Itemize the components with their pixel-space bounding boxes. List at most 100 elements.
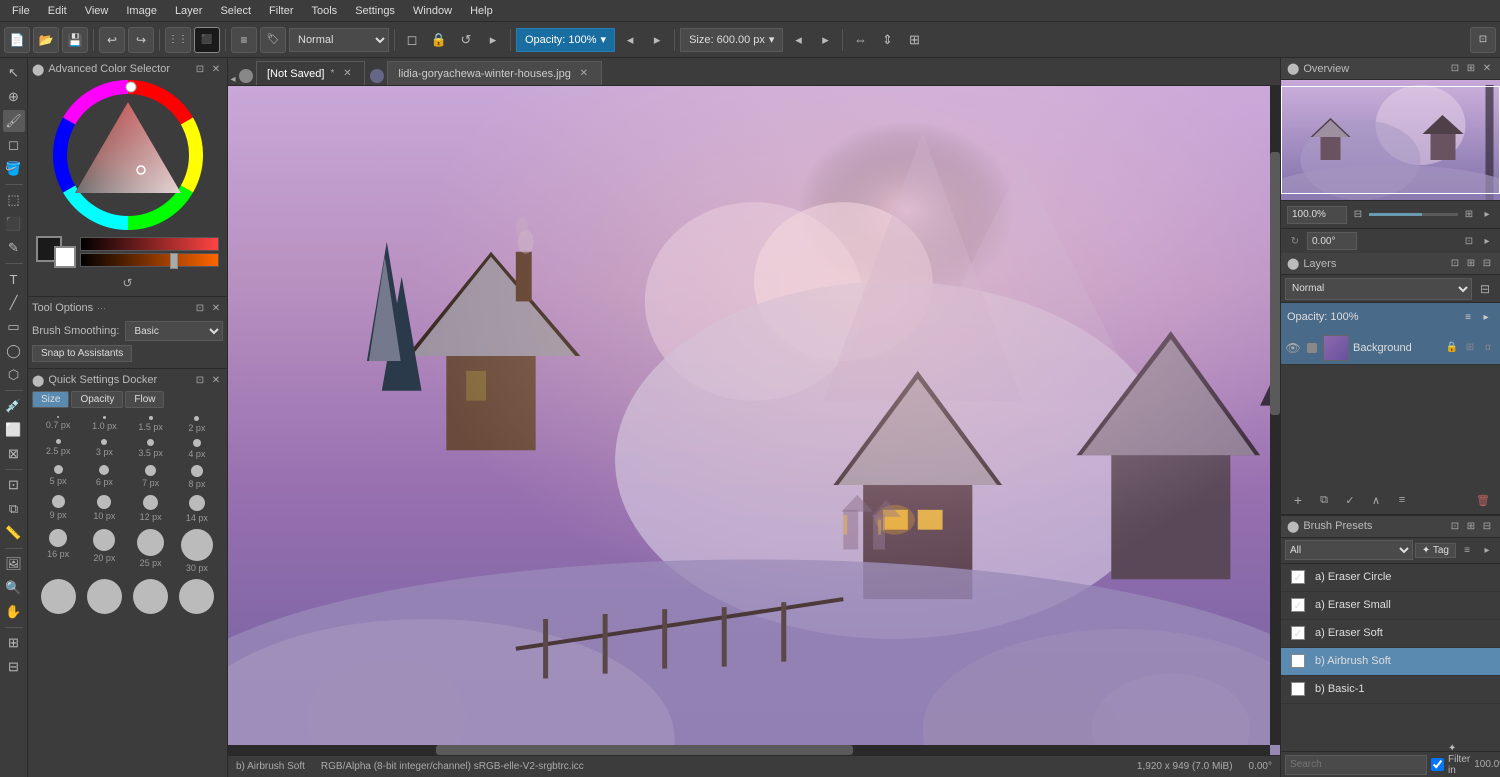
tool-cursor[interactable]: ↖ xyxy=(3,62,25,84)
viewport-indicator[interactable] xyxy=(1281,86,1500,194)
rotation-input[interactable] xyxy=(1307,232,1357,250)
brush-size-item[interactable]: 4 px xyxy=(175,437,219,461)
preset-checkbox[interactable]: ✓ xyxy=(1291,626,1305,640)
quick-tab-opacity[interactable]: Opacity xyxy=(71,391,123,408)
rotation-flip-icon[interactable]: ▸ xyxy=(1480,234,1494,248)
save-button[interactable]: 💾 xyxy=(62,27,88,53)
quick-settings-float[interactable]: ⊡ xyxy=(193,373,207,387)
zoom-fit-icon[interactable]: ⊞ xyxy=(1462,208,1476,222)
color-panel-close[interactable]: ✕ xyxy=(209,62,223,76)
move-up-button[interactable]: ∧ xyxy=(1365,489,1387,511)
menu-window[interactable]: Window xyxy=(405,3,460,19)
tool-transform[interactable]: ⊕ xyxy=(3,86,25,108)
preset-checkbox[interactable]: ✓ xyxy=(1291,598,1305,612)
tool-extra-1[interactable]: ⊞ xyxy=(3,632,25,654)
undo-button[interactable]: ↩ xyxy=(99,27,125,53)
move-down-button[interactable]: ✓ xyxy=(1339,489,1361,511)
opacity-arrow-icon[interactable]: ▸ xyxy=(1478,309,1494,325)
brush-size-item[interactable]: 1.5 px xyxy=(129,414,173,435)
brush-size-item[interactable]: 16 px xyxy=(36,527,80,575)
brush-preset-item[interactable]: b) Airbrush Soft xyxy=(1281,648,1500,676)
overview-maximize[interactable]: ⊞ xyxy=(1464,62,1478,76)
zoom-select-icon[interactable]: ⊟ xyxy=(1351,208,1365,222)
tool-line[interactable]: ╱ xyxy=(3,292,25,314)
brush-tag-button[interactable]: ✦ Tag xyxy=(1415,543,1456,558)
menu-filter[interactable]: Filter xyxy=(261,3,301,19)
layers-float[interactable]: ⊡ xyxy=(1448,257,1462,271)
preset-checkbox[interactable] xyxy=(1291,682,1305,696)
brush-presets-maximize[interactable]: ⊞ xyxy=(1464,519,1478,533)
opacity-stepper-up[interactable]: ▸ xyxy=(645,28,669,52)
transform-button[interactable]: ⊞ xyxy=(902,28,926,52)
layer-visibility-toggle[interactable]: 👁 xyxy=(1285,340,1301,356)
brush-size-item[interactable]: 25 px xyxy=(129,527,173,575)
brush-size-item[interactable]: 8 px xyxy=(175,463,219,491)
brush-size-item[interactable]: 7 px xyxy=(129,463,173,491)
layer-lock-button[interactable]: 🔒 xyxy=(1444,340,1460,356)
brush-size-item[interactable]: 1.0 px xyxy=(82,414,126,435)
brush-search-input[interactable] xyxy=(1285,755,1427,775)
menu-image[interactable]: Image xyxy=(118,3,165,19)
brush-size-item[interactable]: 2 px xyxy=(175,414,219,435)
align-button[interactable]: ≡ xyxy=(231,27,257,53)
quick-settings-close[interactable]: ✕ xyxy=(209,373,223,387)
blend-mode-select[interactable]: Normal xyxy=(289,28,389,52)
size-control[interactable]: Size: 600.00 px ▾ xyxy=(680,28,783,52)
menu-view[interactable]: View xyxy=(77,3,117,19)
brush-size-item[interactable]: 9 px xyxy=(36,493,80,525)
redo-button[interactable]: ↪ xyxy=(128,27,154,53)
brush-view-toggle[interactable]: ≡ xyxy=(1458,541,1476,559)
opacity-control[interactable]: Opacity: 100% ▾ xyxy=(516,28,615,52)
reset-colors-icon[interactable]: ↺ xyxy=(122,276,132,290)
tab-reference[interactable]: lidia-goryachewa-winter-houses.jpg ✕ xyxy=(387,61,601,85)
brush-preset-item[interactable]: b) Basic-1 xyxy=(1281,676,1500,704)
tool-eyedropper[interactable]: 💉 xyxy=(3,395,25,417)
brush-size-item[interactable]: 40 px xyxy=(82,577,126,614)
menu-tools[interactable]: Tools xyxy=(304,3,346,19)
saturation-slider[interactable] xyxy=(80,253,219,267)
menu-file[interactable]: File xyxy=(4,3,38,19)
tool-crop[interactable]: ⊠ xyxy=(3,443,25,465)
layers-blend-mode[interactable]: Normal xyxy=(1285,278,1472,300)
overview-thumbnail[interactable] xyxy=(1281,80,1500,200)
tool-pan[interactable]: ✋ xyxy=(3,601,25,623)
layers-maximize[interactable]: ⊞ xyxy=(1464,257,1478,271)
brush-size-item[interactable]: 50 px xyxy=(129,577,173,614)
lock-alpha-button[interactable]: 🔒 xyxy=(427,28,451,52)
brush-size-item[interactable]: 5 px xyxy=(36,463,80,491)
filter-in-tag-checkbox[interactable] xyxy=(1431,758,1444,771)
workspace-button[interactable]: ⊡ xyxy=(1470,27,1496,53)
layer-color-tag[interactable] xyxy=(1305,341,1319,355)
tool-polygon[interactable]: ⬡ xyxy=(3,364,25,386)
brush-size-item[interactable]: 35 px xyxy=(36,577,80,614)
refresh-button[interactable]: ↺ xyxy=(454,28,478,52)
size-stepper-down[interactable]: ◂ xyxy=(786,28,810,52)
quick-tab-flow[interactable]: Flow xyxy=(125,391,164,408)
opacity-settings-icon[interactable]: ≡ xyxy=(1460,309,1476,325)
more-button[interactable]: ▸ xyxy=(481,28,505,52)
brush-preset-item[interactable]: ✓a) Eraser Soft xyxy=(1281,620,1500,648)
tab-unsaved-close[interactable]: ✕ xyxy=(340,67,354,81)
zoom-slider[interactable] xyxy=(1369,213,1458,216)
tool-eraser[interactable]: ◻ xyxy=(3,134,25,156)
layer-alpha-button[interactable]: α xyxy=(1480,340,1496,356)
menu-help[interactable]: Help xyxy=(462,3,501,19)
brush-size-item[interactable]: 0.7 px xyxy=(36,414,80,435)
brush-size-item[interactable]: 20 px xyxy=(82,527,126,575)
tab-unsaved[interactable]: [Not Saved] * ✕ xyxy=(256,61,365,85)
layer-item-background[interactable]: 👁 Background 🔒 ⊞ α xyxy=(1281,331,1500,365)
brush-preset-item[interactable]: ✓a) Eraser Circle xyxy=(1281,564,1500,592)
brush-size-item[interactable]: 6 px xyxy=(82,463,126,491)
tool-reference[interactable]: 🖼 xyxy=(3,553,25,575)
brush-size-item[interactable]: 60 px xyxy=(175,577,219,614)
color-settings-button[interactable]: ⬛ xyxy=(194,27,220,53)
canvas-scrollbar-h[interactable] xyxy=(228,745,1270,755)
tool-selection[interactable]: ⬚ xyxy=(3,189,25,211)
new-file-button[interactable]: 📄 xyxy=(4,27,30,53)
brush-size-item[interactable]: 12 px xyxy=(129,493,173,525)
layers-filter-button[interactable]: ⊟ xyxy=(1474,278,1496,300)
brush-size-item[interactable]: 30 px xyxy=(175,527,219,575)
brush-size-item[interactable]: 14 px xyxy=(175,493,219,525)
tool-path[interactable]: ✎ xyxy=(3,237,25,259)
overview-float[interactable]: ⊡ xyxy=(1448,62,1462,76)
